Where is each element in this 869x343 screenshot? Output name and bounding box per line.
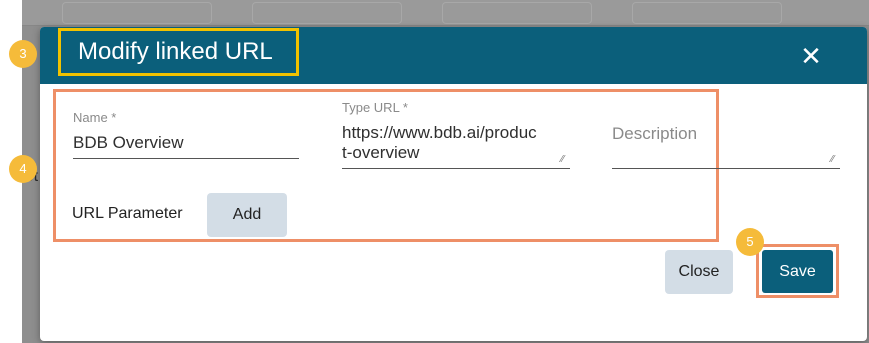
type-url-line1[interactable]: https://www.bdb.ai/produc: [342, 123, 537, 143]
type-url-line2[interactable]: t-overview: [342, 143, 419, 163]
step-3-badge: 3: [9, 40, 37, 68]
type-url-underline: [342, 168, 570, 169]
resize-grip-icon[interactable]: ⁄⁄: [831, 155, 839, 165]
resize-grip-icon[interactable]: ⁄⁄: [561, 155, 569, 165]
background-card: [252, 2, 402, 24]
add-parameter-button[interactable]: Add: [207, 193, 287, 237]
background-card: [62, 2, 212, 24]
name-input[interactable]: BDB Overview: [73, 133, 184, 153]
description-underline: [612, 168, 840, 169]
name-underline: [73, 158, 299, 159]
description-textarea[interactable]: Description: [612, 124, 697, 144]
close-icon[interactable]: ✕: [796, 41, 826, 71]
modal-header: Modify linked URL ✕: [40, 27, 867, 84]
save-button[interactable]: Save: [762, 250, 833, 293]
type-url-label: Type URL *: [342, 100, 408, 115]
modal-title: Modify linked URL: [58, 28, 299, 76]
background-card: [442, 2, 592, 24]
url-parameter-label: URL Parameter: [72, 205, 183, 222]
close-button[interactable]: Close: [665, 250, 733, 294]
background-toolbar: [22, 0, 869, 26]
step-4-badge: 4: [9, 155, 37, 183]
modify-linked-url-modal: Modify linked URL ✕ Name * BDB Overview …: [40, 27, 867, 341]
name-label: Name *: [73, 110, 117, 125]
step-5-badge: 5: [736, 228, 764, 256]
background-card: [632, 2, 782, 24]
